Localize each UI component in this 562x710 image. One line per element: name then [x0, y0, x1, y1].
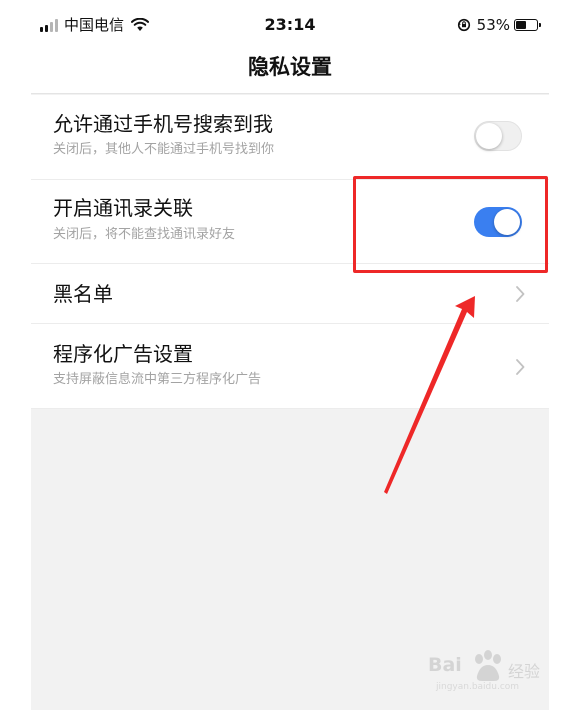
watermark-url: jingyan.baidu.com: [436, 682, 520, 692]
page-title: 隐私设置: [248, 55, 332, 79]
phone-screen: 中国电信 23:14 53% 隐私设置 允许通过手机号搜索到我 关闭后，其他人不…: [31, 0, 549, 710]
baidu-paw-icon: [475, 650, 501, 681]
battery-icon: [514, 19, 541, 31]
battery-percent: 53%: [476, 16, 510, 34]
chevron-right-icon: [516, 286, 525, 302]
phone-search-toggle[interactable]: [474, 121, 522, 151]
chevron-right-icon: [516, 359, 525, 375]
orientation-lock-icon: [457, 18, 470, 32]
setting-title: 开启通讯录关联: [53, 196, 193, 220]
setting-row-phone-search[interactable]: 允许通过手机号搜索到我 关闭后，其他人不能通过手机号找到你: [31, 95, 549, 180]
watermark-product: 经验: [508, 662, 541, 681]
setting-subtitle: 支持屏蔽信息流中第三方程序化广告: [53, 372, 262, 387]
setting-row-ad-settings[interactable]: 程序化广告设置 支持屏蔽信息流中第三方程序化广告: [31, 324, 549, 409]
status-right: 53%: [457, 15, 541, 35]
header: 隐私设置: [31, 42, 549, 94]
setting-subtitle: 关闭后，其他人不能通过手机号找到你: [53, 142, 275, 157]
watermark: Bai 经验 jingyan.baidu.com: [428, 648, 540, 696]
setting-title: 程序化广告设置: [53, 342, 193, 366]
setting-title: 黑名单: [53, 282, 113, 306]
setting-subtitle: 关闭后，将不能查找通讯录好友: [53, 227, 236, 242]
setting-title: 允许通过手机号搜索到我: [53, 112, 273, 136]
watermark-brand: Bai: [428, 654, 462, 676]
annotation-highlight-box: [353, 176, 548, 273]
setting-row-blacklist[interactable]: 黑名单: [31, 264, 549, 324]
